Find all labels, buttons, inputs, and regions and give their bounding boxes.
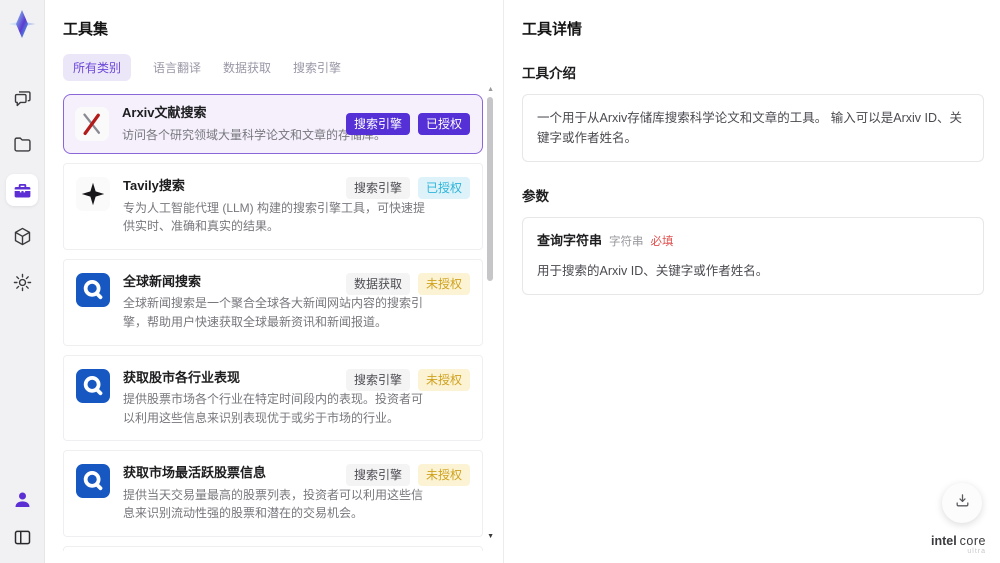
param-box: 查询字符串 字符串 必填 用于搜索的Arxiv ID、关键字或作者姓名。	[522, 217, 984, 295]
arxiv-icon	[75, 107, 109, 142]
tool-tags: 搜索引擎 已授权	[345, 113, 470, 136]
intro-text: 一个用于从Arxiv存储库搜索科学论文和文章的工具。 输入可以是Arxiv ID…	[537, 111, 963, 145]
tab-category-0[interactable]: 所有类别	[63, 54, 132, 81]
tag-yellow: 未授权	[417, 368, 470, 391]
tool-card[interactable]: 万维地区新闻查询 查询具体行政区划内的新闻，快速了解各地新闻动态。 搜索引擎未授…	[63, 546, 483, 551]
params-heading: 参数	[522, 189, 549, 204]
scrollbar-down-arrow[interactable]: ▼	[487, 533, 494, 540]
tab-category-3[interactable]: 搜索引擎	[293, 54, 341, 81]
param-head: 查询字符串 字符串 必填	[537, 231, 969, 252]
tool-list: Arxiv文献搜索 访问各个研究领域大量科学论文和文章的存储库。 搜索引擎 已授权…	[63, 94, 483, 551]
blue-search-icon	[76, 464, 110, 499]
tag-grey: 搜索引擎	[345, 368, 410, 391]
tool-list-panel: 工具集 所有类别 语言翻译 数据获取 搜索引擎 Arxiv文献搜索 访问各个研究领域大…	[45, 0, 503, 563]
param-type: 字符串	[609, 236, 644, 248]
tag-purple: 搜索引擎	[345, 113, 410, 136]
tag-yellow: 未授权	[417, 272, 470, 295]
category-tabs: 所有类别 语言翻译 数据获取 搜索引擎	[63, 54, 503, 81]
intro-heading: 工具介绍	[522, 66, 576, 81]
sidebar-item-toolbox-icon[interactable]	[6, 174, 38, 206]
tool-detail-panel: 工具详情 工具介绍 一个用于从Arxiv存储库搜索科学论文和文章的工具。 输入可…	[503, 0, 1000, 563]
param-required-badge: 必填	[650, 236, 674, 248]
intel-core-logo: intel core ultra	[930, 533, 986, 556]
tool-card[interactable]: Arxiv文献搜索 访问各个研究领域大量科学论文和文章的存储库。 搜索引擎 已授权	[63, 94, 483, 155]
tab-category-2[interactable]: 数据获取	[223, 54, 271, 81]
tag-purple: 已授权	[417, 113, 470, 136]
sidebar-item-folder-icon[interactable]	[6, 128, 38, 160]
app-logo-diamond-icon[interactable]	[6, 8, 38, 40]
blue-search-icon	[76, 368, 110, 403]
sidebar-item-chat-icon[interactable]	[6, 82, 38, 114]
tag-yellow: 未授权	[417, 464, 470, 487]
scrollbar-thumb[interactable]	[487, 97, 493, 281]
tag-grey: 搜索引擎	[345, 177, 410, 200]
panel-toggle-icon[interactable]	[6, 521, 38, 553]
scrollbar-up-arrow[interactable]: ▲	[487, 86, 494, 93]
tag-grey: 搜索引擎	[345, 464, 410, 487]
page-title: 工具集	[63, 21, 109, 38]
tool-card[interactable]: 全球新闻搜索 全球新闻搜索是一个聚合全球各大新闻网站内容的搜索引擎，帮助用户快速…	[63, 258, 483, 346]
tool-desc: 提供当天交易量最高的股票列表，投资者可以利用这些信息来识别流动性强的股票和潜在的…	[123, 487, 424, 521]
left-rail	[0, 0, 45, 563]
tool-card[interactable]: 获取市场最活跃股票信息 提供当天交易量最高的股票列表，投资者可以利用这些信息来识…	[63, 450, 483, 538]
param-name: 查询字符串	[537, 233, 603, 248]
brand-core-text: core	[959, 533, 986, 548]
sidebar-item-cube-icon[interactable]	[6, 220, 38, 252]
tool-card[interactable]: Tavily搜索 专为人工智能代理 (LLM) 构建的搜索引擎工具，可快速提供实…	[63, 163, 483, 250]
tool-tags: 搜索引擎 未授权	[345, 368, 470, 391]
tavily-icon	[76, 177, 110, 212]
tool-tags: 数据获取 未授权	[345, 272, 470, 295]
download-button[interactable]	[942, 483, 982, 523]
tool-desc: 专为人工智能代理 (LLM) 构建的搜索引擎工具，可快速提供实时、准确和真实的结…	[123, 200, 426, 234]
sidebar-item-settings-icon[interactable]	[6, 266, 38, 298]
blue-search-icon	[76, 272, 110, 307]
brand-intel-text: intel	[930, 533, 957, 548]
tool-tags: 搜索引擎 未授权	[345, 464, 470, 487]
tool-tags: 搜索引擎 已授权	[345, 177, 470, 200]
tool-desc: 全球新闻搜索是一个聚合全球各大新闻网站内容的搜索引擎，帮助用户快速获取全球最新资…	[123, 296, 424, 330]
tool-desc: 提供股票市场各个行业在特定时间段内的表现。投资者可以利用这些信息来识别表现优于或…	[123, 392, 424, 425]
tool-card[interactable]: 获取股市各行业表现 提供股票市场各个行业在特定时间段内的表现。投资者可以利用这些…	[63, 354, 483, 442]
brand-sub-text: ultra	[967, 548, 986, 556]
download-icon	[954, 492, 971, 514]
tag-cyan: 已授权	[417, 177, 470, 200]
tab-category-1[interactable]: 语言翻译	[153, 54, 201, 81]
intro-box: 一个用于从Arxiv存储库搜索科学论文和文章的工具。 输入可以是Arxiv ID…	[522, 94, 984, 162]
rail-nav	[6, 82, 38, 298]
param-desc: 用于搜索的Arxiv ID、关键字或作者姓名。	[537, 263, 769, 278]
app-window: 工具集 所有类别 语言翻译 数据获取 搜索引擎 Arxiv文献搜索 访问各个研究领域大…	[0, 0, 1000, 563]
tag-grey: 数据获取	[345, 272, 410, 295]
user-icon[interactable]	[6, 483, 38, 515]
rail-bottom	[6, 483, 38, 553]
detail-title: 工具详情	[522, 21, 583, 38]
